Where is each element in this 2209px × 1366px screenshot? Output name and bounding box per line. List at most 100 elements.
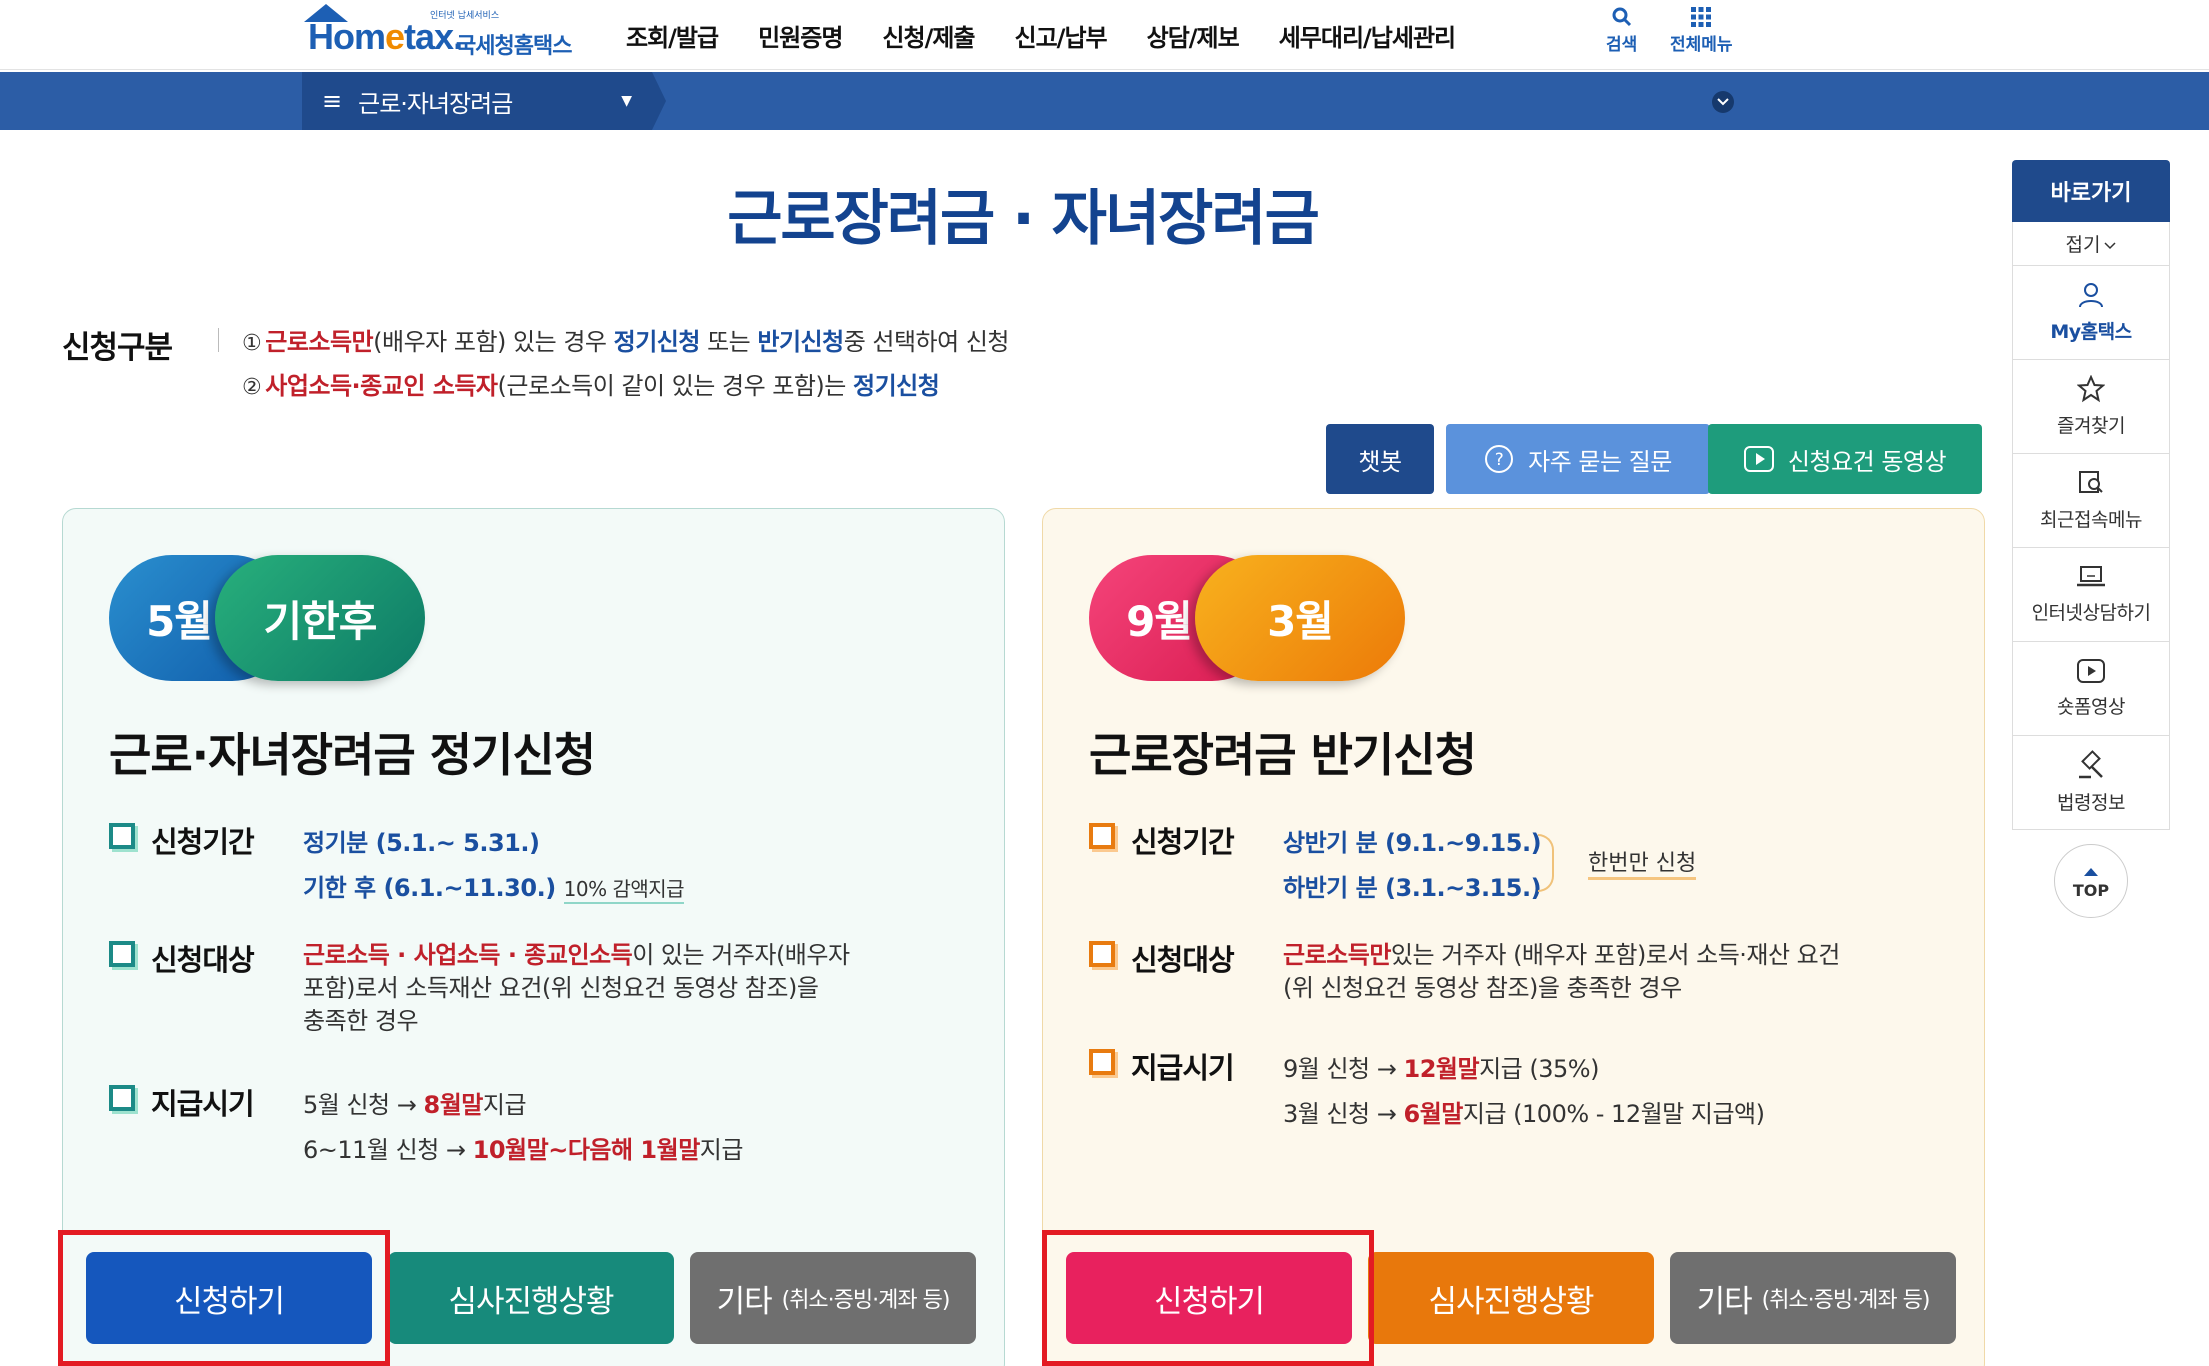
faq-button[interactable]: ? 자주 묻는 질문 <box>1446 424 1710 494</box>
section-divider <box>218 328 219 352</box>
hamburger-icon: ≡ <box>322 87 343 115</box>
breadcrumb-arrow <box>652 72 666 130</box>
payment-value: 9월 신청 → 12월말지급 (35%) 3월 신청 → 6월말지급 (100%… <box>1283 1055 1765 1128</box>
payment-label: 지급시기 <box>151 1087 255 1121</box>
grid-menu-icon <box>1690 4 1712 30</box>
status-label: 심사진행상황 <box>1428 1283 1594 1320</box>
payment-label: 지급시기 <box>1131 1051 1235 1085</box>
main-nav: 조회/발급 민원증명 신청/제출 신고/납부 상담/제보 세무대리/납세관리 <box>626 18 1456 53</box>
hometax-logo[interactable]: 인터넷 납세서비스 Hometax. 국세청홈택스 <box>300 4 580 64</box>
period-value: 상반기 분 (9.1.~9.15.) 하반기 분 (3.1.~3.15.) <box>1283 829 1542 902</box>
search-button[interactable]: 검색 <box>1606 4 1637 55</box>
payment-value: 5월 신청 → 8월말지급 6~11월 신청 → 10월말~다음해 1월말지급 <box>303 1091 743 1164</box>
section-line-2: ② 사업소득·종교인 소득자(근로소득이 같이 있는 경우 포함)는 정기신청 <box>242 372 940 400</box>
star-icon <box>2076 374 2106 407</box>
chevron-down-icon <box>2104 233 2117 255</box>
bracket-connector <box>1538 834 1554 892</box>
etc-sub-label: (취소·증빙·계좌 등) <box>1761 1288 1931 1313</box>
target-value: 근로소득 · 사업소득 · 종교인소득이 있는 거주자(배우자 포함)로서 소득… <box>303 941 850 1035</box>
quick-item-label: 최근접속메뉴 <box>2040 509 2142 531</box>
section-label: 신청구분 <box>62 330 173 366</box>
video-label: 신청요건 동영상 <box>1787 447 1947 476</box>
regular-status-button[interactable]: 심사진행상황 <box>388 1252 674 1344</box>
quick-item-label: 법령정보 <box>2057 792 2125 814</box>
question-icon: ? <box>1484 444 1514 474</box>
etc-label: 기타 <box>716 1283 773 1320</box>
top-label: TOP <box>2072 881 2110 900</box>
highlight-box <box>58 1230 390 1366</box>
all-menu-label: 전체메뉴 <box>1670 35 1733 55</box>
nav-item-application[interactable]: 신청/제출 <box>882 18 975 53</box>
quick-item-shortform-video[interactable]: 숏폼영상 <box>2012 642 2170 736</box>
nav-item-certificates[interactable]: 민원증명 <box>758 18 843 53</box>
quick-item-label: 인터넷상담하기 <box>2031 602 2151 624</box>
quick-item-favorites[interactable]: 즐겨찾기 <box>2012 360 2170 454</box>
checkbox-square-icon <box>1089 1049 1115 1075</box>
nav-item-filing[interactable]: 신고/납부 <box>1015 18 1108 53</box>
all-menu-button[interactable]: 전체메뉴 <box>1670 4 1733 55</box>
status-label: 심사진행상황 <box>448 1283 614 1320</box>
laptop-icon <box>2076 564 2106 594</box>
checkbox-square-icon <box>1089 823 1115 849</box>
target-value: 근로소득만있는 거주자 (배우자 포함)로서 소득·재산 요건 (위 신청요건 … <box>1283 941 1840 1002</box>
logo-wordmark: Hometax. <box>308 16 463 57</box>
quick-item-recent-menu[interactable]: 최근접속메뉴 <box>2012 454 2170 548</box>
card-title: 근로·자녀장려금 정기신청 <box>109 728 596 782</box>
quick-item-online-consult[interactable]: 인터넷상담하기 <box>2012 548 2170 642</box>
etc-label: 기타 <box>1696 1283 1753 1320</box>
half-year-status-button[interactable]: 심사진행상황 <box>1368 1252 1654 1344</box>
page-title: 근로장려금 · 자녀장려금 <box>727 184 1320 254</box>
period-label: 신청기간 <box>151 825 255 859</box>
nav-item-agent[interactable]: 세무대리/납세관리 <box>1279 18 1456 53</box>
quick-links-panel: 바로가기 접기 My홈택스 즐겨찾기 최근접속메뉴 인터넷상담하기 숏폼영상 법… <box>2012 160 2170 830</box>
badge-march: 3월 <box>1195 555 1405 681</box>
video-play-icon <box>2076 658 2106 688</box>
nav-item-inquiry[interactable]: 조회/발급 <box>626 18 719 53</box>
card-title: 근로장려금 반기신청 <box>1089 728 1477 782</box>
faq-label: 자주 묻는 질문 <box>1528 447 1672 476</box>
quick-item-my-hometax[interactable]: My홈택스 <box>2012 266 2170 360</box>
expand-chevron-icon[interactable] <box>1712 91 1734 113</box>
fold-label: 접기 <box>2065 234 2101 256</box>
nav-item-consult[interactable]: 상담/제보 <box>1147 18 1240 53</box>
svg-text:?: ? <box>1495 450 1504 470</box>
fold-button[interactable]: 접기 <box>2012 222 2170 266</box>
period-label: 신청기간 <box>1131 825 1235 859</box>
chatbot-button[interactable]: 챗봇 <box>1326 424 1434 494</box>
arrow-up-icon <box>2083 862 2099 881</box>
quick-item-label: My홈택스 <box>2050 321 2132 343</box>
search-label: 검색 <box>1606 35 1638 55</box>
quick-item-law-info[interactable]: 법령정보 <box>2012 736 2170 830</box>
checkbox-square-icon <box>109 823 135 849</box>
search-icon <box>1612 4 1632 30</box>
badge-after-deadline: 기한후 <box>215 555 425 681</box>
checkbox-square-icon <box>109 1085 135 1111</box>
period-value: 정기분 (5.1.~ 5.31.) 기한 후 (6.1.~11.30.) 10% … <box>303 829 685 904</box>
quick-item-label: 즐겨찾기 <box>2057 415 2125 437</box>
play-icon <box>1743 446 1774 472</box>
section-line-1: ① 근로소득만(배우자 포함) 있는 경우 정기신청 또는 반기신청중 선택하여 … <box>242 328 1010 356</box>
user-icon <box>2077 281 2105 313</box>
target-label: 신청대상 <box>1131 943 1235 977</box>
chatbot-label: 챗봇 <box>1358 447 1402 476</box>
period-badge: 9월 3월 <box>1089 555 1405 681</box>
breadcrumb-dropdown[interactable]: ≡ 근로·자녀장려금 ▼ <box>302 72 652 130</box>
half-year-etc-button[interactable]: 기타 (취소·증빙·계좌 등) <box>1670 1252 1956 1344</box>
quick-links-title: 바로가기 <box>2012 160 2170 222</box>
period-badge: 5월 기한후 <box>109 555 425 681</box>
regular-etc-button[interactable]: 기타 (취소·증빙·계좌 등) <box>690 1252 976 1344</box>
once-only-note: 한번만 신청 <box>1588 845 1697 880</box>
requirements-video-button[interactable]: 신청요건 동영상 <box>1708 424 1982 494</box>
highlight-box <box>1042 1230 1374 1366</box>
target-label: 신청대상 <box>151 943 255 977</box>
quick-item-label: 숏폼영상 <box>2057 696 2125 718</box>
checkbox-square-icon <box>109 941 135 967</box>
etc-sub-label: (취소·증빙·계좌 등) <box>781 1288 951 1313</box>
reduction-note: 10% 감액지급 <box>563 877 685 904</box>
gavel-icon <box>2076 750 2106 784</box>
breadcrumb-label: 근로·자녀장려금 <box>358 89 513 118</box>
scroll-top-button[interactable]: TOP <box>2054 844 2128 918</box>
logo-korean-name: 국세청홈택스 <box>456 34 572 59</box>
checkbox-square-icon <box>1089 941 1115 967</box>
caret-down-icon: ▼ <box>621 93 632 109</box>
